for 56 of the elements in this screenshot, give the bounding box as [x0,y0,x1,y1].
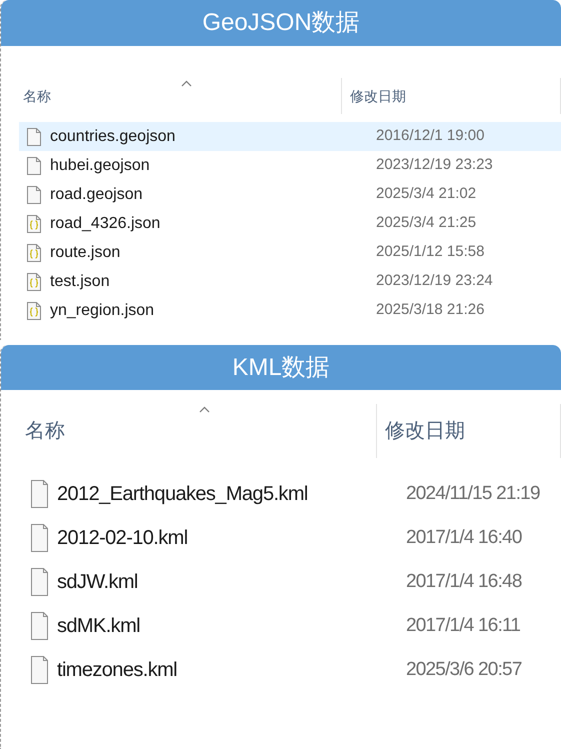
modified-date: 2024/11/15 21:19 [405,482,541,506]
json-file-icon [27,244,41,262]
file-icon [31,612,48,640]
modified-date: 2025/3/18 21:26 [375,300,486,320]
file-name: 2012_Earthquakes_Mag5.kml [57,483,308,505]
file-row[interactable]: yn_region.json 2025/3/18 21:26 [19,296,561,325]
column-header[interactable]: 名称 [1,404,376,458]
file-name: yn_region.json [50,302,154,318]
file-row[interactable]: 2012-02-10.kml 2017/1/4 16:40 [25,516,561,560]
json-file-icon [27,272,41,290]
file-name: sdJW.kml [57,571,138,593]
file-icon [31,656,48,684]
file-row[interactable]: hubei.geojson 2023/12/19 23:23 [19,151,561,180]
modified-date: 2023/12/19 23:23 [375,155,494,176]
file-name: route.json [50,244,120,260]
file-name: countries.geojson [50,128,176,144]
file-name: hubei.geojson [50,156,150,174]
panel-title: GeoJSON数据 [202,8,360,38]
file-name: 2012-02-10.kml [57,527,188,549]
sort-caret-icon [181,80,192,87]
file-row[interactable]: timezones.kml 2025/3/6 20:57 [25,648,561,692]
json-file-icon [27,214,41,232]
file-icon [27,128,41,146]
file-row[interactable]: test.json 2023/12/19 23:24 [19,267,561,296]
modified-date: 2016/12/1 19:00 [375,126,486,146]
panel-title: KML数据 [232,352,330,382]
file-icon [27,186,41,204]
file-row[interactable]: countries.geojson 2016/12/1 19:00 [19,122,561,151]
file-name: road_4326.json [50,214,160,232]
file-name: test.json [50,272,110,290]
file-row[interactable]: 2012_Earthquakes_Mag5.kml 2024/11/15 21:19 [25,472,561,516]
modified-date: 2017/1/4 16:40 [405,526,523,550]
modified-date: 2017/1/4 16:48 [405,570,523,594]
sort-caret-icon [199,406,210,413]
file-row[interactable]: route.json 2025/1/12 15:58 [19,238,561,267]
file-row[interactable]: road_4326.json 2025/3/4 21:25 [19,209,561,238]
column-header[interactable]: 修改日期 [341,78,561,114]
column-header[interactable]: 名称 [1,78,341,114]
file-icon [27,156,41,174]
file-icon [31,480,48,508]
modified-date: 2025/3/4 21:02 [375,184,478,204]
file-row[interactable]: sdMK.kml 2017/1/4 16:11 [25,604,561,648]
json-file-icon [27,302,41,320]
modified-date: 2025/1/12 15:58 [375,242,486,262]
file-name: timezones.kml [57,659,178,681]
file-name: road.geojson [50,186,143,202]
modified-date: 2017/1/4 16:11 [405,614,522,638]
file-icon [31,568,48,596]
file-row[interactable]: sdJW.kml 2017/1/4 16:48 [25,560,561,604]
modified-date: 2023/12/19 23:24 [375,271,494,292]
file-name: sdMK.kml [57,615,140,637]
file-icon [31,524,48,552]
modified-date: 2025/3/4 21:25 [375,213,478,234]
column-header[interactable]: 修改日期 [376,404,561,458]
file-row[interactable]: road.geojson 2025/3/4 21:02 [19,180,561,209]
modified-date: 2025/3/6 20:57 [405,658,523,682]
